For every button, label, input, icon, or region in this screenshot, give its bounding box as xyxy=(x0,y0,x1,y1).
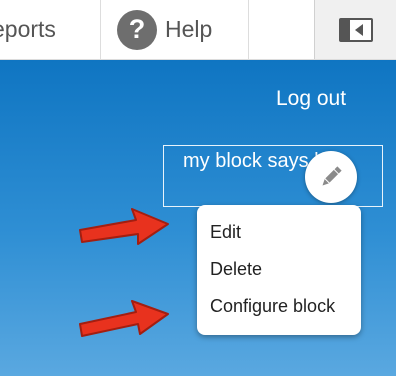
admin-toolbar: eports ? Help xyxy=(0,0,396,60)
contextual-links-menu: Edit Delete Configure block xyxy=(197,205,361,335)
toolbar-item-reports[interactable]: eports xyxy=(0,0,101,59)
help-icon: ? xyxy=(117,9,157,50)
logout-link[interactable]: Log out xyxy=(276,87,346,111)
red-arrow-icon xyxy=(79,300,169,337)
menu-item-configure-block[interactable]: Configure block xyxy=(210,296,335,317)
menu-item-edit[interactable]: Edit xyxy=(210,222,241,243)
help-label: Help xyxy=(165,16,213,42)
contextual-edit-button[interactable] xyxy=(305,151,357,203)
toolbar-toggle-button[interactable] xyxy=(314,0,396,59)
red-arrow-icon xyxy=(79,208,169,245)
pencil-icon xyxy=(322,166,342,186)
menu-item-delete[interactable]: Delete xyxy=(210,259,262,280)
sidebar-toggle-icon xyxy=(339,17,373,42)
toolbar-item-help[interactable]: ? Help xyxy=(101,0,249,59)
reports-label: eports xyxy=(0,16,56,42)
